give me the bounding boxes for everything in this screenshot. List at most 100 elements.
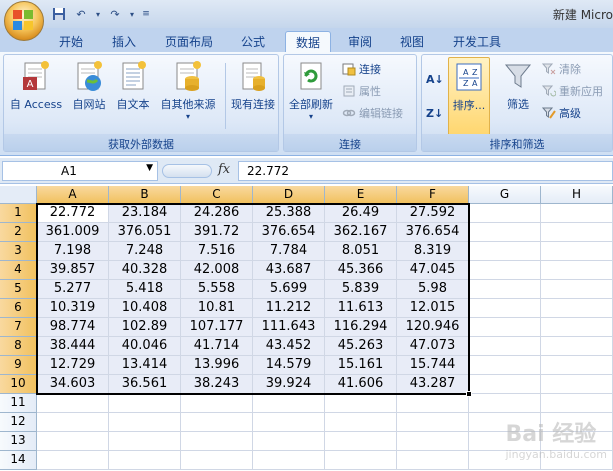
cell-f2[interactable]: 376.654: [397, 223, 469, 242]
cell-h6[interactable]: [541, 299, 613, 318]
cell-f1[interactable]: 27.592: [397, 204, 469, 223]
cell-a13[interactable]: [37, 432, 109, 451]
tab-home[interactable]: 开始: [50, 31, 92, 52]
cell-e3[interactable]: 8.051: [325, 242, 397, 261]
cell-c10[interactable]: 38.243: [181, 375, 253, 394]
cell-e9[interactable]: 15.161: [325, 356, 397, 375]
tab-view[interactable]: 视图: [391, 31, 433, 52]
cell-d8[interactable]: 43.452: [253, 337, 325, 356]
cell-b11[interactable]: [109, 394, 181, 413]
cell-g2[interactable]: [469, 223, 541, 242]
cell-h10[interactable]: [541, 375, 613, 394]
column-header-d[interactable]: D: [253, 186, 325, 204]
cell-h1[interactable]: [541, 204, 613, 223]
office-button[interactable]: [4, 1, 44, 41]
row-header-10[interactable]: 10: [0, 375, 37, 394]
cell-b8[interactable]: 40.046: [109, 337, 181, 356]
cell-d4[interactable]: 43.687: [253, 261, 325, 280]
refresh-all-button[interactable]: 全部刷新 ▾: [286, 57, 336, 133]
cell-g4[interactable]: [469, 261, 541, 280]
cell-a10[interactable]: 34.603: [37, 375, 109, 394]
reapply-button[interactable]: 重新应用: [541, 81, 603, 101]
cell-e7[interactable]: 116.294: [325, 318, 397, 337]
cell-c5[interactable]: 5.558: [181, 280, 253, 299]
cell-a9[interactable]: 12.729: [37, 356, 109, 375]
advanced-filter-button[interactable]: 高级: [541, 103, 581, 123]
name-box[interactable]: A1 ▼: [2, 161, 158, 181]
cell-e6[interactable]: 11.613: [325, 299, 397, 318]
cell-f11[interactable]: [397, 394, 469, 413]
insert-function-icon[interactable]: fx: [218, 162, 230, 177]
cell-f12[interactable]: [397, 413, 469, 432]
cell-g10[interactable]: [469, 375, 541, 394]
formula-bar-resize-handle[interactable]: [162, 164, 212, 178]
cell-e8[interactable]: 45.263: [325, 337, 397, 356]
cell-e2[interactable]: 362.167: [325, 223, 397, 242]
filter-button[interactable]: 筛选: [498, 57, 538, 133]
customize-toolbar-icon[interactable]: ≡: [140, 5, 152, 23]
row-header-11[interactable]: 11: [0, 394, 37, 413]
cell-a6[interactable]: 10.319: [37, 299, 109, 318]
cell-d1[interactable]: 25.388: [253, 204, 325, 223]
cell-d14[interactable]: [253, 451, 325, 470]
cell-c3[interactable]: 7.516: [181, 242, 253, 261]
cell-e5[interactable]: 5.839: [325, 280, 397, 299]
row-header-14[interactable]: 14: [0, 451, 37, 470]
fill-handle[interactable]: [466, 391, 472, 397]
cell-a3[interactable]: 7.198: [37, 242, 109, 261]
cell-f8[interactable]: 47.073: [397, 337, 469, 356]
cell-b1[interactable]: 23.184: [109, 204, 181, 223]
cell-d13[interactable]: [253, 432, 325, 451]
cell-b2[interactable]: 376.051: [109, 223, 181, 242]
cell-f13[interactable]: [397, 432, 469, 451]
cell-g8[interactable]: [469, 337, 541, 356]
cell-h3[interactable]: [541, 242, 613, 261]
undo-dropdown-icon[interactable]: ▾: [94, 5, 102, 23]
properties-button[interactable]: 属性: [342, 81, 381, 101]
cell-e10[interactable]: 41.606: [325, 375, 397, 394]
cell-f3[interactable]: 8.319: [397, 242, 469, 261]
formula-input[interactable]: 22.772: [238, 161, 613, 181]
cell-h4[interactable]: [541, 261, 613, 280]
tab-insert[interactable]: 插入: [104, 31, 144, 52]
from-access-button[interactable]: A 自 Access: [8, 57, 64, 133]
name-box-dropdown-icon[interactable]: ▼: [146, 163, 153, 173]
redo-dropdown-icon[interactable]: ▾: [128, 5, 136, 23]
cell-b12[interactable]: [109, 413, 181, 432]
tab-formulas[interactable]: 公式: [232, 31, 274, 52]
clear-filter-button[interactable]: 清除: [541, 59, 581, 79]
column-header-e[interactable]: E: [325, 186, 397, 204]
tab-data[interactable]: 数据: [285, 31, 331, 52]
cell-d5[interactable]: 5.699: [253, 280, 325, 299]
cell-h8[interactable]: [541, 337, 613, 356]
cell-d12[interactable]: [253, 413, 325, 432]
edit-links-button[interactable]: 编辑链接: [342, 103, 403, 123]
cell-c7[interactable]: 107.177: [181, 318, 253, 337]
sort-button[interactable]: AZZA 排序...: [448, 57, 490, 137]
cell-f6[interactable]: 12.015: [397, 299, 469, 318]
row-header-3[interactable]: 3: [0, 242, 37, 261]
cell-c13[interactable]: [181, 432, 253, 451]
cell-f5[interactable]: 5.98: [397, 280, 469, 299]
row-header-12[interactable]: 12: [0, 413, 37, 432]
cell-g9[interactable]: [469, 356, 541, 375]
tab-developer[interactable]: 开发工具: [444, 31, 510, 52]
cell-g3[interactable]: [469, 242, 541, 261]
cell-d11[interactable]: [253, 394, 325, 413]
cell-b9[interactable]: 13.414: [109, 356, 181, 375]
cell-e11[interactable]: [325, 394, 397, 413]
cell-h11[interactable]: [541, 394, 613, 413]
cell-d10[interactable]: 39.924: [253, 375, 325, 394]
cell-a5[interactable]: 5.277: [37, 280, 109, 299]
row-header-8[interactable]: 8: [0, 337, 37, 356]
cell-h5[interactable]: [541, 280, 613, 299]
row-header-5[interactable]: 5: [0, 280, 37, 299]
column-header-c[interactable]: C: [181, 186, 253, 204]
cell-f14[interactable]: [397, 451, 469, 470]
cell-e13[interactable]: [325, 432, 397, 451]
cell-c12[interactable]: [181, 413, 253, 432]
column-header-f[interactable]: F: [397, 186, 469, 204]
cell-b4[interactable]: 40.328: [109, 261, 181, 280]
save-icon[interactable]: [50, 5, 68, 23]
cell-e14[interactable]: [325, 451, 397, 470]
